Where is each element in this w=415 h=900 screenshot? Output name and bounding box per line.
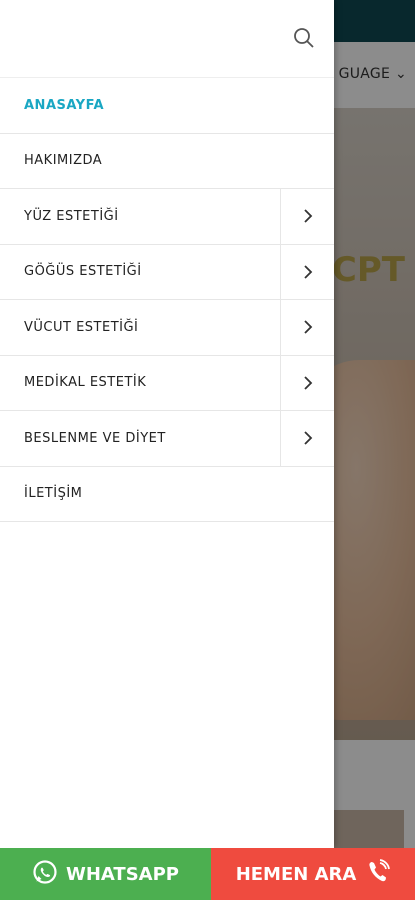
menu-item-gogus-estetigi[interactable]: GÖĞÜS ESTETİĞİ	[0, 244, 334, 300]
menu-item-hakimizda[interactable]: HAKIMIZDA	[0, 134, 334, 189]
menu-item-label: BESLENME VE DİYET	[24, 430, 166, 446]
search-icon[interactable]	[292, 26, 316, 50]
menu-item-iletisim[interactable]: İLETİŞİM	[0, 467, 334, 522]
chevron-right-icon[interactable]	[280, 189, 334, 244]
whatsapp-icon	[32, 859, 66, 890]
menu-item-beslenme-ve-diyet[interactable]: BESLENME VE DİYET	[0, 411, 334, 467]
menu-item-label: HAKIMIZDA	[24, 153, 103, 169]
menu-item-label: VÜCUT ESTETİĞİ	[24, 319, 139, 335]
menu-item-label: YÜZ ESTETİĞİ	[24, 208, 119, 224]
menu-item-label: GÖĞÜS ESTETİĞİ	[24, 264, 142, 280]
menu-item-label: MEDİKAL ESTETİK	[24, 375, 147, 391]
drawer-header	[0, 0, 334, 78]
drawer-menu: ANASAYFA HAKIMIZDA YÜZ ESTETİĞİ GÖĞÜS ES…	[0, 78, 334, 522]
chevron-right-icon[interactable]	[280, 244, 334, 299]
whatsapp-button[interactable]: WHATSAPP	[0, 848, 211, 900]
call-label: HEMEN ARA	[235, 863, 357, 885]
menu-item-label: İLETİŞİM	[24, 486, 83, 502]
menu-item-vucut-estetigi[interactable]: VÜCUT ESTETİĞİ	[0, 300, 334, 356]
menu-item-yuz-estetigi[interactable]: YÜZ ESTETİĞİ	[0, 189, 334, 245]
whatsapp-label: WHATSAPP	[65, 863, 179, 885]
chevron-right-icon[interactable]	[280, 411, 334, 466]
menu-item-medikal-estetik[interactable]: MEDİKAL ESTETİK	[0, 355, 334, 411]
menu-item-anasayfa[interactable]: ANASAYFA	[0, 78, 334, 134]
side-drawer: ANASAYFA HAKIMIZDA YÜZ ESTETİĞİ GÖĞÜS ES…	[0, 0, 334, 848]
call-now-button[interactable]: HEMEN ARA	[211, 848, 415, 900]
bottom-cta-bar: WHATSAPP HEMEN ARA	[0, 848, 415, 900]
chevron-right-icon[interactable]	[280, 300, 334, 355]
phone-icon	[356, 858, 391, 890]
chevron-right-icon[interactable]	[280, 355, 334, 410]
menu-item-label: ANASAYFA	[24, 97, 105, 113]
